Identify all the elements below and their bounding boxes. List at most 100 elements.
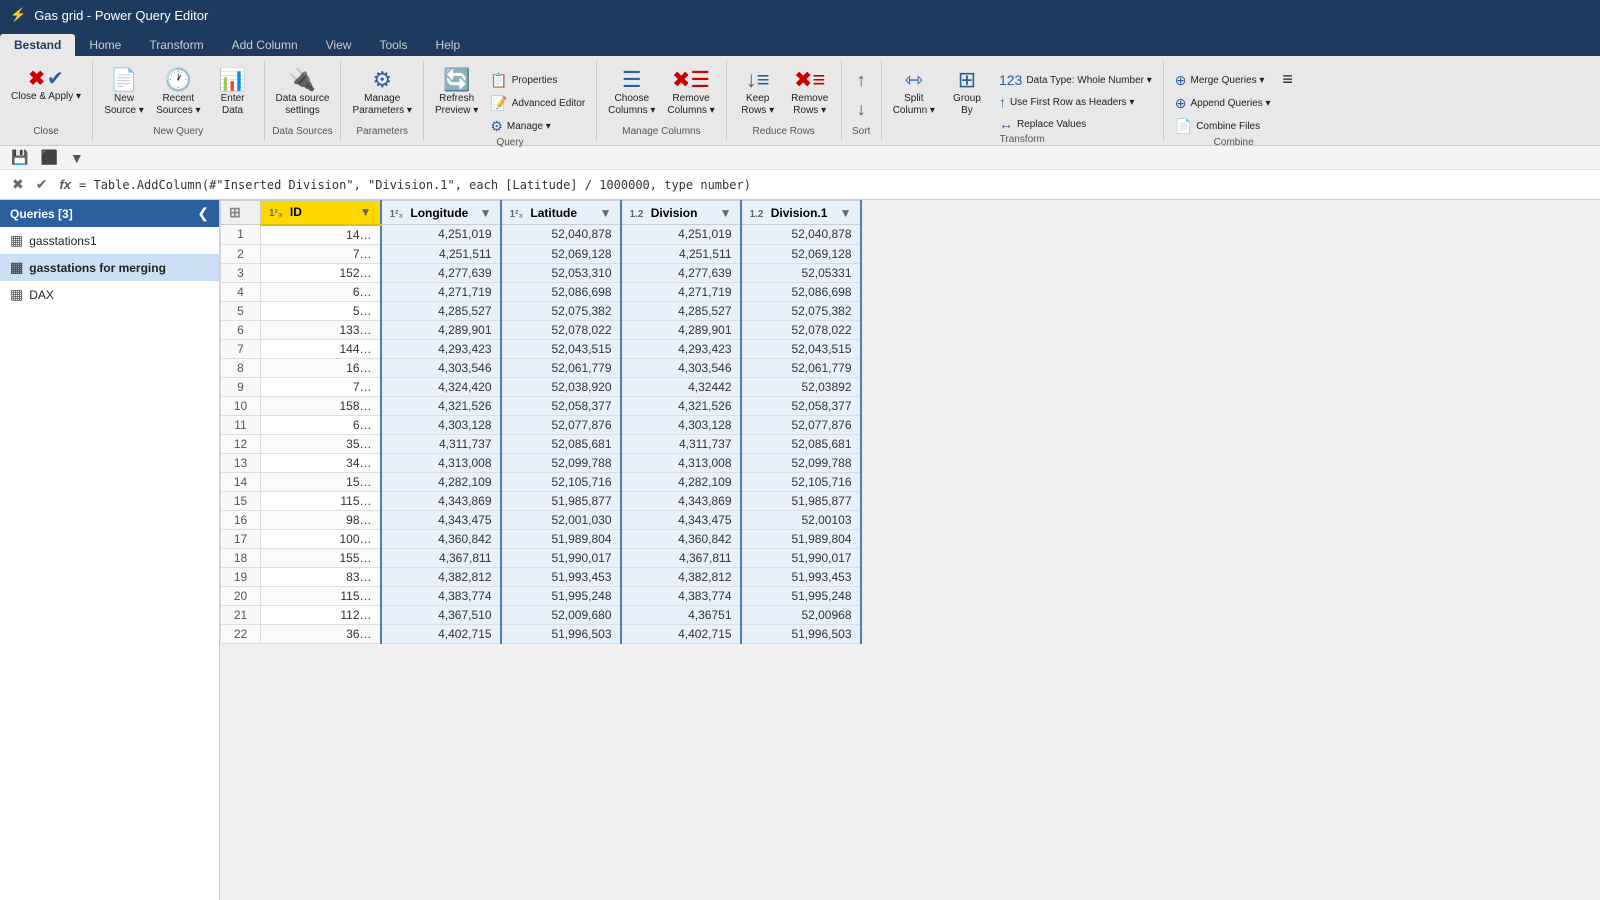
refresh-preview-button[interactable]: 🔄 RefreshPreview ▾ [430,66,483,120]
col-header-id[interactable]: 1²₃ ID ▼ [261,201,381,225]
cell-longitude: 4,343,869 [381,491,501,510]
ribbon-group-manage-columns: ☰ ChooseColumns ▾ ✖☰ RemoveColumns ▾ Man… [597,60,727,141]
row-num-cell: 10 [221,396,261,415]
properties-button[interactable]: 📋 Properties [485,70,590,91]
append-queries-button[interactable]: ⊕ Append Queries ▾ [1170,93,1276,114]
formula-cancel-button[interactable]: ✖ [8,174,28,195]
sort-desc-button[interactable]: ↓ [851,95,872,124]
cell-longitude: 4,271,719 [381,282,501,301]
cell-division1: 52,040,878 [741,225,861,245]
save-button[interactable]: 💾 [8,147,31,168]
table-row: 3152…4,277,63952,053,3104,277,63952,0533… [221,263,861,282]
ribbon-group-reduce-rows-label: Reduce Rows [753,126,815,139]
row-num-cell: 20 [221,586,261,605]
choose-columns-icon: ☰ [622,69,642,91]
sidebar-item-gasstations-merging-label: gasstations for merging [29,261,166,275]
sidebar-item-dax[interactable]: ▦ DAX [0,281,219,308]
cell-division: 4,293,423 [621,339,741,358]
remove-rows-button[interactable]: ✖≡ RemoveRows ▾ [785,66,835,120]
table-icon-btn[interactable]: ⬛ [37,147,60,168]
cell-id: 133… [261,320,381,339]
data-type-icon: 123 [999,72,1022,88]
choose-columns-button[interactable]: ☰ ChooseColumns ▾ [603,66,660,120]
cell-id: 7… [261,244,381,263]
cell-latitude: 51,985,877 [501,491,621,510]
table-row: 20115…4,383,77451,995,2484,383,77451,995… [221,586,861,605]
table-row: 116…4,303,12852,077,8764,303,12852,077,8… [221,415,861,434]
keep-rows-button[interactable]: ↓≡ KeepRows ▾ [733,66,783,120]
col-dropdown-longitude[interactable]: ▼ [480,206,492,220]
replace-values-button[interactable]: ↔ Replace Values [994,114,1157,134]
col-dropdown-division1[interactable]: ▼ [840,206,852,220]
col-header-division1[interactable]: 1.2 Division.1 ▼ [741,201,861,225]
cell-division: 4,343,475 [621,510,741,529]
combine-files-label: Combine Files [1196,121,1260,132]
enter-data-button[interactable]: 📊 EnterData [208,66,258,120]
new-source-label: NewSource ▾ [104,93,143,117]
col-label-division1: Division.1 [771,206,828,220]
tab-help[interactable]: Help [421,34,474,56]
more-button[interactable]: ≡ [1278,66,1298,94]
enter-data-icon: 📊 [219,69,246,91]
manage-parameters-button[interactable]: ⚙ ManageParameters ▾ [347,66,416,120]
table-container[interactable]: ⊞ 1²₃ ID ▼ 1²₃ Longitude ▼ [220,200,1600,900]
split-column-button[interactable]: ⇿ SplitColumn ▾ [888,66,940,120]
row-num-cell: 3 [221,263,261,282]
new-source-button[interactable]: 📄 NewSource ▾ [99,66,149,120]
ribbon-group-data-sources-label: Data Sources [272,126,333,139]
sort-asc-button[interactable]: ↑ [851,66,872,95]
close-apply-button[interactable]: ✖ ✔ Close & Apply ▾ [6,66,86,106]
cell-division: 4,277,639 [621,263,741,282]
cell-longitude: 4,313,008 [381,453,501,472]
row-num-cell: 11 [221,415,261,434]
sidebar-item-gasstations1[interactable]: ▦ gasstations1 [0,227,219,254]
cell-longitude: 4,367,811 [381,548,501,567]
remove-columns-button[interactable]: ✖☰ RemoveColumns ▾ [662,66,719,120]
data-type-button[interactable]: 123 Data Type: Whole Number ▾ [994,70,1157,90]
manage-query-button[interactable]: ⚙ Manage ▾ [485,116,590,137]
refresh-preview-icon: 🔄 [443,69,470,91]
cell-id: 115… [261,586,381,605]
col-dropdown-latitude[interactable]: ▼ [600,206,612,220]
merge-queries-button[interactable]: ⊕ Merge Queries ▾ [1170,70,1276,91]
cell-division1: 52,077,876 [741,415,861,434]
col-header-division[interactable]: 1.2 Division ▼ [621,201,741,225]
formula-input[interactable] [79,178,1592,192]
tab-bestand[interactable]: Bestand [0,34,75,56]
combine-files-button[interactable]: 📄 Combine Files [1170,116,1276,137]
cell-latitude: 52,009,680 [501,605,621,624]
group-by-button[interactable]: ⊞ GroupBy [942,66,992,120]
sidebar-item-dax-icon: ▦ [10,286,23,303]
cell-id: 158… [261,396,381,415]
ribbon-group-close-label: Close [33,126,59,139]
data-source-settings-icon: 🔌 [289,69,316,91]
tab-tools[interactable]: Tools [365,34,421,56]
tab-transform[interactable]: Transform [135,34,217,56]
manage-query-icon: ⚙ [490,118,503,135]
col-dropdown-id[interactable]: ▼ [360,205,372,219]
tab-view[interactable]: View [312,34,366,56]
table-row: 18155…4,367,81151,990,0174,367,81151,990… [221,548,861,567]
col-dropdown-division[interactable]: ▼ [720,206,732,220]
tab-add-column[interactable]: Add Column [218,34,312,56]
recent-sources-button[interactable]: 🕐 RecentSources ▾ [151,66,205,120]
formula-confirm-button[interactable]: ✔ [32,174,52,195]
tab-home[interactable]: Home [75,34,135,56]
qa-dropdown-button[interactable]: ▼ [67,148,87,168]
table-grid-icon[interactable]: ⊞ [229,204,241,220]
row-num-cell: 16 [221,510,261,529]
data-source-settings-button[interactable]: 🔌 Data sourcesettings [271,66,335,120]
close-apply-label: Close & Apply ▾ [11,91,81,103]
advanced-editor-button[interactable]: 📝 Advanced Editor [485,93,590,114]
cell-division: 4,303,546 [621,358,741,377]
sidebar-item-gasstations-merging[interactable]: ▦ gasstations for merging [0,254,219,281]
cell-division1: 52,00103 [741,510,861,529]
cell-division: 4,282,109 [621,472,741,491]
col-header-longitude[interactable]: 1²₃ Longitude ▼ [381,201,501,225]
sidebar-collapse-button[interactable]: ❮ [197,205,209,222]
col-header-latitude[interactable]: 1²₃ Latitude ▼ [501,201,621,225]
first-row-headers-button[interactable]: ↑ Use First Row as Headers ▾ [994,92,1157,112]
ribbon-group-combine: ⊕ Merge Queries ▾ ⊕ Append Queries ▾ 📄 C… [1164,60,1304,141]
table-row: 6133…4,289,90152,078,0224,289,90152,078,… [221,320,861,339]
append-queries-label: Append Queries ▾ [1191,98,1271,109]
